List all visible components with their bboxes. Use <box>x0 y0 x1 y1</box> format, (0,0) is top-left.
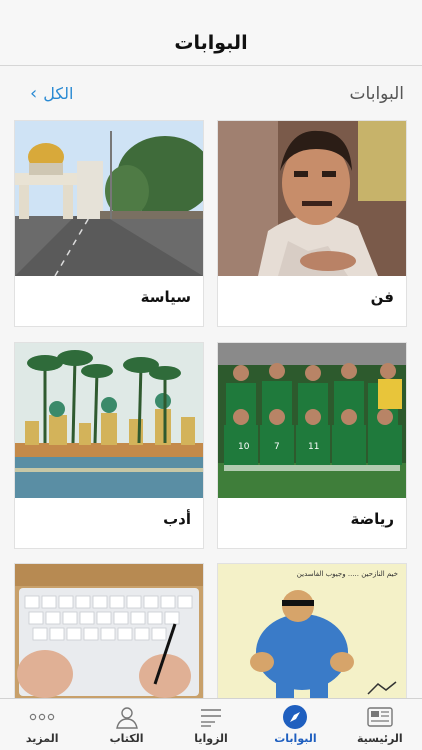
portal-image <box>15 121 203 276</box>
tab-more[interactable]: المزيد <box>0 699 84 750</box>
portal-card-cartoon[interactable]: خيم النازحين ..... وجيوب الفاسدين <box>217 563 407 703</box>
person-icon <box>113 704 141 730</box>
portal-image: 10 7 11 <box>218 343 406 498</box>
more-dots-icon <box>28 704 56 730</box>
portal-label: سياسة <box>140 288 191 306</box>
portal-image <box>15 564 203 702</box>
portal-label: فن <box>370 288 394 306</box>
tab-bar: المزيد الكتاب الزوايا البوابات الرئيسية <box>0 698 422 750</box>
tab-label: الزوايا <box>194 732 228 745</box>
portal-label: أدب <box>163 510 191 528</box>
portal-image <box>15 343 203 498</box>
compass-icon <box>281 704 309 730</box>
portal-image <box>218 121 406 276</box>
portal-card-art[interactable]: فن <box>217 120 407 327</box>
portal-label: رياضة <box>350 510 395 528</box>
portal-card-literature[interactable]: أدب <box>14 342 204 549</box>
portal-card-politics[interactable]: سياسة <box>14 120 204 327</box>
tab-label: الكتاب <box>109 732 144 745</box>
see-all-label: الكل <box>43 84 74 103</box>
tab-columns[interactable]: الزوايا <box>169 699 253 750</box>
chevron-left-icon: ‹ <box>30 82 38 104</box>
list-icon <box>197 704 225 730</box>
tab-writers[interactable]: الكتاب <box>84 699 168 750</box>
portal-card-sports[interactable]: 10 7 11 رياضة <box>217 342 407 549</box>
portal-image: خيم النازحين ..... وجيوب الفاسدين <box>218 564 406 702</box>
svg-text:10: 10 <box>238 442 250 452</box>
section-title: البوابات <box>349 84 404 104</box>
tab-home[interactable]: الرئيسية <box>338 699 422 750</box>
section-header: البوابات ‹ الكل <box>0 66 422 120</box>
svg-text:11: 11 <box>308 442 319 452</box>
tab-label: المزيد <box>25 732 59 745</box>
tab-label: الرئيسية <box>356 732 403 745</box>
newspaper-icon <box>366 704 394 730</box>
svg-text:7: 7 <box>274 442 280 452</box>
tab-portals[interactable]: البوابات <box>253 699 337 750</box>
see-all-link[interactable]: ‹ الكل <box>30 84 73 103</box>
cartoon-caption: خيم النازحين ..... وجيوب الفاسدين <box>297 570 398 578</box>
page-title: البوابات <box>174 32 248 54</box>
navigation-bar: البوابات <box>0 0 422 66</box>
tab-label: البوابات <box>274 732 317 745</box>
portal-card-writers[interactable] <box>14 563 204 703</box>
